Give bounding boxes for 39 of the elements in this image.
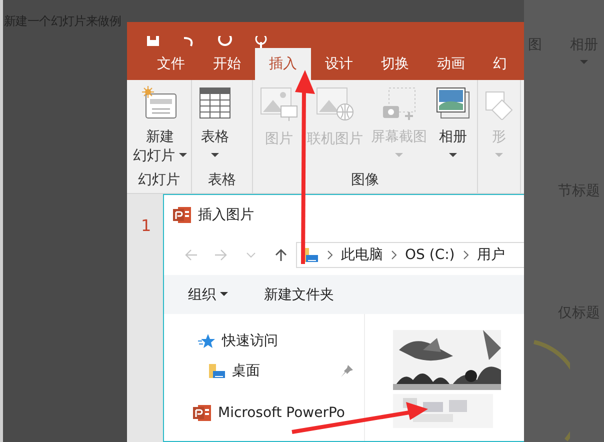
dialog-title: 插入图片	[198, 206, 254, 224]
nav-item[interactable]: 快速访问	[164, 330, 364, 352]
chevron-icon	[391, 250, 397, 260]
table-button[interactable]: 表格	[195, 86, 235, 171]
folder-icon	[208, 363, 226, 379]
ribbon-tab[interactable]: 设计	[311, 48, 367, 80]
slide-number: 1	[141, 216, 152, 235]
screenshot-icon	[381, 86, 417, 120]
toolbar-button[interactable]: 组织	[188, 286, 228, 304]
ribbon-tab[interactable]: 插入	[255, 48, 311, 80]
nav-item[interactable]: 桌面	[164, 360, 364, 382]
album-button[interactable]: 相册	[432, 86, 474, 171]
ribbon-tab[interactable]: 动画	[423, 48, 479, 80]
powerpoint-icon	[192, 403, 212, 423]
toolbar-button[interactable]: 新建文件夹	[264, 286, 334, 304]
online-picture-icon	[315, 86, 355, 122]
up-arrow-icon[interactable]	[274, 248, 288, 262]
powerpoint-icon	[172, 205, 192, 225]
new-slide-icon	[142, 86, 178, 120]
table-icon	[198, 86, 232, 120]
picture-icon	[259, 86, 299, 122]
breadcrumb[interactable]: 用户	[476, 246, 505, 264]
group-label: 图像	[351, 171, 379, 190]
ribbon-tab[interactable]: 文件	[143, 48, 199, 80]
address-bar[interactable]: 此电脑 OS (C:) 用户	[296, 242, 524, 268]
group-label: 幻灯片	[138, 171, 180, 190]
chevron-icon	[462, 250, 469, 260]
nav-item[interactable]: Microsoft PowerPo	[164, 402, 364, 424]
new-slide-button[interactable]: 新建 幻灯片	[130, 86, 190, 171]
star-icon	[198, 333, 216, 349]
chevron-icon	[327, 250, 333, 260]
album-icon	[435, 86, 471, 120]
breadcrumb[interactable]: OS (C:)	[405, 247, 455, 263]
group-label: 表格	[208, 171, 236, 190]
breadcrumb[interactable]: 此电脑	[341, 246, 383, 264]
ribbon-tab[interactable]: 幻	[479, 48, 521, 80]
ribbon-tab[interactable]: 开始	[199, 48, 255, 80]
ribbon-tab[interactable]: 切换	[367, 48, 423, 80]
save-icon[interactable]	[145, 36, 161, 48]
